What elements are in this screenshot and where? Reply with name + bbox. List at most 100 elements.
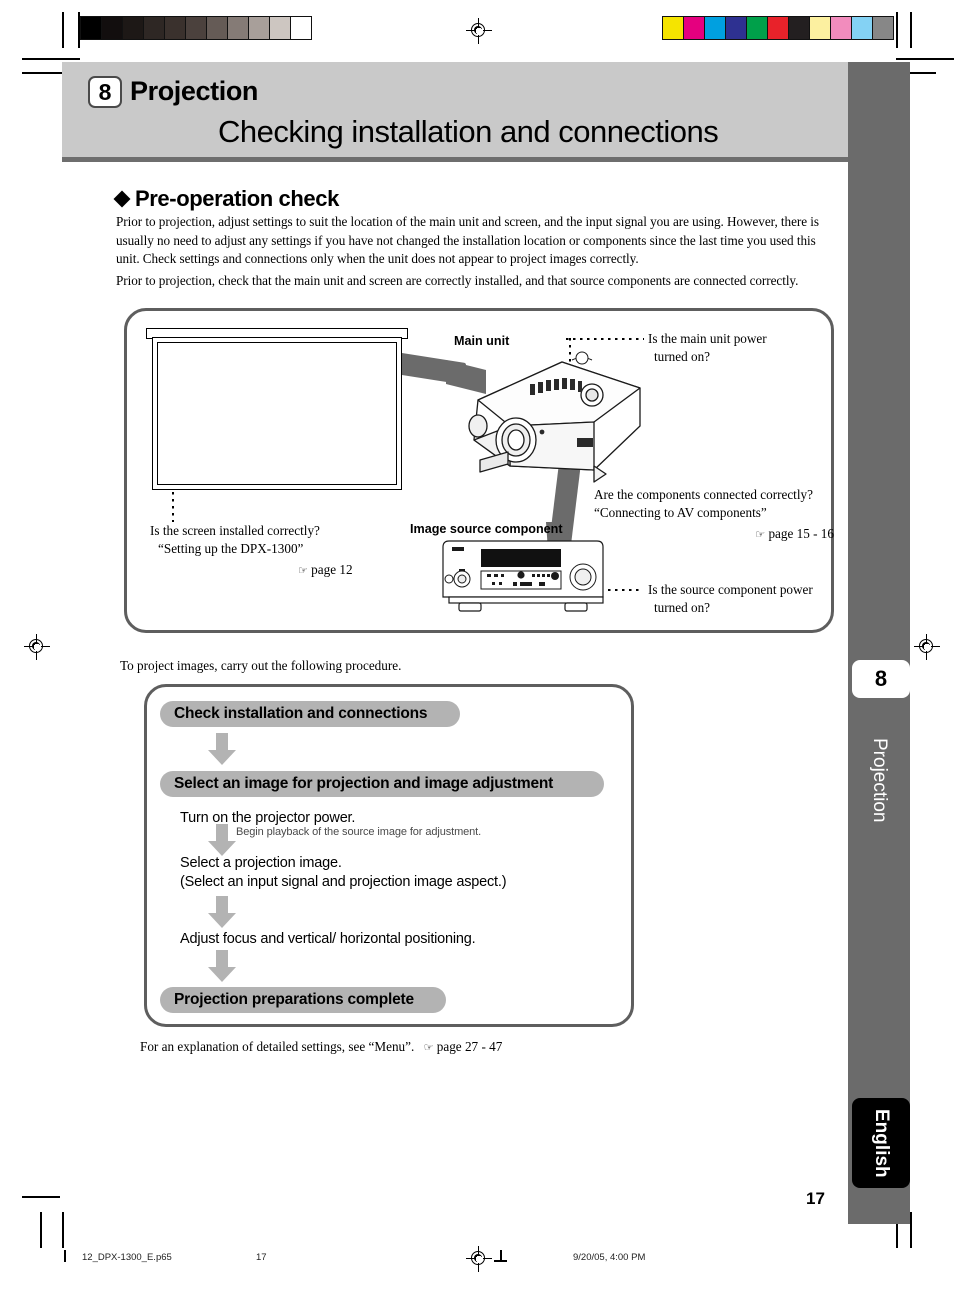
footer-filename: 12_DPX-1300_E.p65	[82, 1252, 172, 1263]
callout-components-pageref: page 15 - 16	[768, 526, 834, 541]
calibration-swatch	[165, 17, 186, 39]
calibration-swatch	[228, 17, 249, 39]
calibration-swatch	[270, 17, 291, 39]
registration-mark-bottom	[466, 1246, 492, 1272]
intro-paragraph-2: Prior to projection, check that the main…	[116, 273, 799, 288]
registration-mark-right	[914, 634, 940, 660]
calibration-swatch	[810, 17, 831, 39]
calibration-swatch	[873, 17, 893, 39]
footer-page: 17	[256, 1252, 267, 1263]
color-calibration-bar	[662, 16, 894, 40]
calibration-swatch	[705, 17, 726, 39]
calibration-swatch	[102, 17, 123, 39]
projector-illustration	[468, 351, 641, 483]
callout-screen-installed: Is the screen installed correctly? “Sett…	[150, 522, 410, 580]
calibration-swatch	[852, 17, 873, 39]
callout-source-power-line1: Is the source component power	[648, 582, 813, 597]
leader-line-main-power-down	[569, 338, 571, 362]
callout-source-power-line2: turned on?	[654, 600, 711, 615]
callout-source-component-power: Is the source component power turned on?	[648, 581, 848, 617]
sidebar-language-label: English	[871, 1108, 892, 1178]
page-number: 17	[806, 1189, 825, 1208]
flow-step-adjust-focus: Adjust focus and vertical/ horizontal po…	[180, 931, 476, 947]
page-header-band: 8 Projection Checking installation and c…	[62, 62, 848, 162]
flow-intro-text: To project images, carry out the followi…	[120, 658, 402, 673]
crop-mark-top-right-v	[896, 12, 898, 48]
leader-line-source-power	[608, 589, 642, 591]
callout-components-connected: Are the components connected correctly? …	[594, 486, 834, 544]
intro-paragraph-1: Prior to projection, adjust settings to …	[116, 214, 819, 267]
projection-screen-surface	[157, 342, 397, 485]
sidebar-strip	[848, 62, 910, 1224]
section-heading-label: Pre-operation check	[135, 186, 339, 211]
calibration-swatch	[207, 17, 228, 39]
document-page: 8 Projection Checking installation and c…	[0, 0, 954, 1301]
registration-mark-top	[466, 18, 492, 44]
calibration-swatch	[291, 17, 311, 39]
callout-screen-line1: Is the screen installed correctly?	[150, 523, 320, 538]
crop-mark-top-right-v2	[910, 12, 912, 48]
leader-line-main-power	[566, 338, 644, 340]
crop-mark-top-right-h	[896, 58, 954, 60]
footer-separator-tick	[64, 1250, 66, 1262]
calibration-swatch	[123, 17, 144, 39]
crop-mark-bottom-left-h	[22, 1196, 60, 1198]
av-receiver-illustration	[442, 540, 604, 612]
crop-mark-bottom-left-v	[40, 1212, 42, 1248]
main-unit-label: Main unit	[454, 334, 510, 348]
callout-components-line2: “Connecting to AV components”	[594, 505, 767, 520]
diamond-bullet-icon	[113, 190, 131, 208]
callout-screen-pageref: page 12	[311, 562, 353, 577]
calibration-swatch	[249, 17, 270, 39]
calibration-swatch	[747, 17, 768, 39]
chapter-title: Projection	[130, 76, 259, 106]
flow-step-preparations-complete: Projection preparations complete	[160, 987, 446, 1013]
calibration-swatch	[684, 17, 705, 39]
callout-main-unit-power: Is the main unit power turned on?	[648, 330, 828, 366]
chapter-number-badge: 8	[88, 76, 122, 108]
calibration-swatch	[831, 17, 852, 39]
crop-mark-bottom-left-v2	[62, 1212, 64, 1248]
flow-footer-note: For an explanation of detailed settings,…	[140, 1039, 502, 1055]
calibration-swatch	[186, 17, 207, 39]
image-source-component-label: Image source component	[410, 522, 563, 536]
flow-arrow-4-icon	[208, 950, 236, 982]
flow-footer-text: For an explanation of detailed settings,…	[140, 1039, 415, 1054]
callout-main-unit-power-line1: Is the main unit power	[648, 331, 767, 346]
hand-pointer-icon-screen: ☞	[298, 564, 308, 577]
callout-main-unit-power-line2: turned on?	[654, 349, 711, 364]
sidebar-chapter-badge: 8	[852, 660, 910, 698]
hand-pointer-icon-footer: ☞	[423, 1041, 434, 1054]
sidebar-language-tab: English	[852, 1098, 910, 1188]
flow-arrow-3-icon	[208, 896, 236, 928]
crop-mark-top-left-h	[22, 58, 80, 60]
footer-center-tick-base	[494, 1260, 507, 1262]
footer-timestamp: 9/20/05, 4:00 PM	[573, 1252, 646, 1263]
sidebar-chapter-label: Projection	[869, 737, 890, 823]
callout-screen-line2: “Setting up the DPX-1300”	[158, 541, 304, 556]
flow-step-select-projection-image-line1: Select a projection image.	[180, 855, 342, 871]
flow-step-select-projection-image: Select a projection image. (Select an in…	[180, 854, 580, 891]
callout-components-line1: Are the components connected correctly?	[594, 487, 813, 502]
flow-step-check-installation: Check installation and connections	[160, 701, 460, 727]
crop-mark-bottom-right-v2	[910, 1212, 912, 1248]
calibration-swatch	[789, 17, 810, 39]
flow-arrow-2-icon	[208, 824, 236, 856]
crop-mark-top-left-v2	[62, 12, 64, 48]
calibration-swatch	[726, 17, 747, 39]
sidebar-chapter-label-container: Projection	[848, 700, 910, 860]
grayscale-calibration-bar	[80, 16, 312, 40]
registration-mark-left	[24, 634, 50, 660]
flow-step-select-projection-image-line2: (Select an input signal and projection i…	[180, 873, 507, 890]
calibration-swatch	[144, 17, 165, 39]
hand-pointer-icon: ☞	[755, 528, 766, 541]
flow-footer-pageref: page 27 - 47	[436, 1039, 503, 1054]
flow-step-begin-playback-note: Begin playback of the source image for a…	[236, 826, 482, 838]
calibration-swatch	[81, 17, 102, 39]
flow-arrow-1-icon	[208, 733, 236, 765]
flow-step-select-image: Select an image for projection and image…	[160, 771, 604, 797]
section-heading: Pre-operation check	[113, 186, 339, 212]
calibration-swatch	[663, 17, 684, 39]
leader-line-screen	[172, 492, 174, 522]
calibration-swatch	[768, 17, 789, 39]
